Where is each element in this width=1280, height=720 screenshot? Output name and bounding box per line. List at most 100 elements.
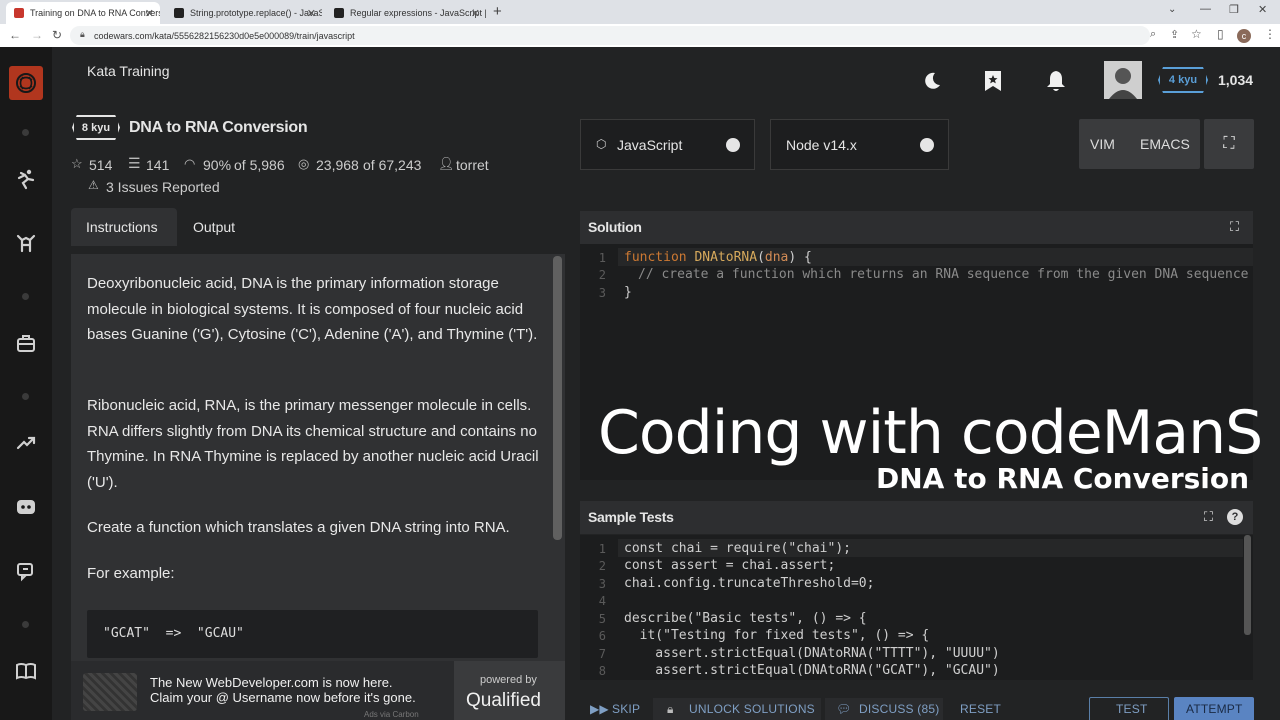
profile-avatar[interactable]: c (1237, 29, 1251, 43)
address-bar: ← → ↻ 🔒︎ codewars.com/kata/5556282156230… (0, 24, 1280, 47)
notifications-bell-icon[interactable] (1043, 68, 1069, 94)
reload-icon[interactable]: ↻ (52, 28, 62, 42)
browser-tab[interactable]: String.prototype.replace() - JavaS ✕ (166, 2, 322, 24)
bookmark-icon[interactable] (980, 68, 1006, 94)
line-number: 6 (598, 629, 606, 643)
rank-badge[interactable]: 4 kyu (1158, 67, 1208, 93)
sample-tests-editor[interactable]: 1 2 3 4 5 6 7 8 const chai = require("ch… (580, 535, 1253, 680)
browser-tab[interactable]: Regular expressions - JavaScript | ✕ (326, 2, 486, 24)
unlock-solutions-button[interactable]: UNLOCK SOLUTIONS (689, 702, 815, 716)
ads-via: Ads via Carbon (364, 710, 419, 719)
author-name[interactable]: torret (456, 157, 489, 173)
completed-of: of 67,243 (363, 157, 422, 173)
avatar[interactable] (1104, 61, 1142, 99)
bookmark-star-icon[interactable]: ☆ (1191, 27, 1202, 41)
instructions-paragraph: Ribonucleic acid, RNA, is the primary me… (87, 397, 539, 491)
collections-icon[interactable]: ☰ (128, 155, 141, 172)
instructions-paragraph: Deoxyribonucleic acid, DNA is the primar… (87, 275, 538, 343)
line-number: 3 (598, 286, 606, 300)
url-text: codewars.com/kata/5556282156230d0e5e0000… (94, 30, 355, 41)
sample-tests-title: Sample Tests (588, 509, 674, 525)
minimize-icon[interactable]: — (1200, 3, 1211, 15)
video-overlay-title: Coding with codeManS (598, 398, 1263, 468)
line-number: 4 (598, 594, 606, 608)
forward-icon[interactable]: → (31, 28, 43, 42)
browser-tab-active[interactable]: Training on DNA to RNA Conversi ✕ (6, 2, 160, 24)
test-button[interactable]: TEST (1116, 702, 1147, 716)
video-overlay-subtitle: DNA to RNA Conversion (876, 462, 1250, 495)
solution-title: Solution (588, 219, 642, 235)
kyu-badge: 8 kyu (72, 115, 120, 140)
url-field[interactable]: 🔒︎ codewars.com/kata/5556282156230d0e5e0… (70, 26, 1150, 45)
warning-icon: ⚠ (88, 178, 99, 192)
keyword: function (624, 250, 687, 265)
discuss-button[interactable]: DISCUSS (85) (859, 702, 939, 716)
collections-count: 141 (146, 157, 170, 173)
tab-label: String.prototype.replace() - JavaS (190, 8, 322, 18)
close-icon[interactable]: ✕ (145, 7, 154, 20)
satisfaction-icon: ◠ (184, 156, 196, 171)
back-icon[interactable]: ← (9, 28, 21, 42)
tab-search-icon[interactable]: ⌄ (1168, 4, 1176, 15)
emacs-button[interactable]: EMACS (1140, 136, 1190, 152)
star-icon[interactable]: ☆ (71, 156, 83, 172)
expand-icon[interactable]: ⛶ (1204, 509, 1213, 525)
runtime-select[interactable]: Node v14.x (770, 119, 949, 170)
tab-output[interactable]: Output (178, 208, 258, 246)
instructions-paragraph: Create a function which translates a giv… (87, 519, 510, 536)
docs-book-icon[interactable] (14, 659, 38, 683)
skip-button[interactable]: SKIP (612, 702, 640, 716)
codewars-logo-icon[interactable] (9, 66, 43, 100)
issues-reported[interactable]: 3 Issues Reported (106, 179, 220, 195)
close-window-icon[interactable]: ✕ (1258, 3, 1267, 16)
close-icon[interactable]: ✕ (471, 7, 480, 20)
vim-button[interactable]: VIM (1090, 136, 1115, 152)
attempt-button[interactable]: ATTEMPT (1186, 702, 1243, 716)
instructions-paragraph: For example: (87, 565, 175, 582)
test-code-line: describe("Basic tests", () => { (624, 611, 867, 626)
language-select[interactable]: ⬡ JavaScript (580, 119, 755, 170)
dark-mode-moon-icon[interactable] (919, 68, 945, 94)
instructions-scrollbar[interactable] (553, 256, 562, 540)
discuss-icon: 💬︎ (836, 702, 852, 716)
line-number: 3 (598, 577, 606, 591)
tests-scrollbar[interactable] (1244, 535, 1251, 635)
browser-menu-icon[interactable]: ⋮ (1264, 27, 1276, 41)
tab-label: Training on DNA to RNA Conversi (30, 8, 160, 18)
leaderboard-trend-icon[interactable] (14, 431, 38, 455)
lock-icon: 🔒︎ (667, 702, 674, 716)
sidebar-icon[interactable]: ▯ (1217, 27, 1224, 41)
line-number: 8 (598, 664, 606, 678)
ad-banner[interactable]: The New WebDeveloper.com is now here. Cl… (71, 661, 565, 720)
fullscreen-icon[interactable]: ⛶ (1204, 119, 1254, 169)
briefcase-icon[interactable] (14, 331, 38, 355)
expand-icon[interactable]: ⛶ (1230, 219, 1239, 235)
solution-header: Solution ⛶ (580, 211, 1253, 244)
discord-icon[interactable] (14, 495, 38, 519)
browser-tab-bar: Training on DNA to RNA Conversi ✕ String… (0, 0, 1280, 24)
restore-icon[interactable]: ❐ (1229, 3, 1239, 16)
divider-dot (22, 621, 29, 628)
help-icon[interactable]: ? (1227, 509, 1243, 525)
reset-button[interactable]: RESET (960, 702, 1001, 716)
practice-icon[interactable] (14, 167, 38, 191)
share-icon[interactable]: ⇪ (1170, 28, 1179, 41)
test-code-line: const chai = require("chai"); (624, 541, 851, 556)
dojo-icon[interactable] (14, 231, 38, 255)
close-icon[interactable]: ✕ (307, 7, 316, 20)
mdn-favicon-icon (174, 8, 184, 18)
param: dna (764, 250, 789, 265)
line-number: 1 (598, 542, 606, 556)
zoom-icon[interactable]: ⌕ (1150, 28, 1156, 41)
chat-icon[interactable] (14, 559, 38, 583)
qualified-brand: Qualified (466, 690, 541, 711)
code-line-3: } (624, 285, 632, 300)
kata-title: DNA to RNA Conversion (129, 119, 308, 136)
new-tab-button[interactable]: + (493, 3, 502, 20)
satisfaction-of: of 5,986 (234, 157, 285, 173)
tab-instructions[interactable]: Instructions (71, 208, 177, 246)
satisfaction-pct: 90% (203, 157, 232, 173)
ad-image (83, 673, 137, 711)
example-code-block: "GCAT" => "GCAU" (87, 610, 538, 658)
stars-count: 514 (89, 157, 113, 173)
